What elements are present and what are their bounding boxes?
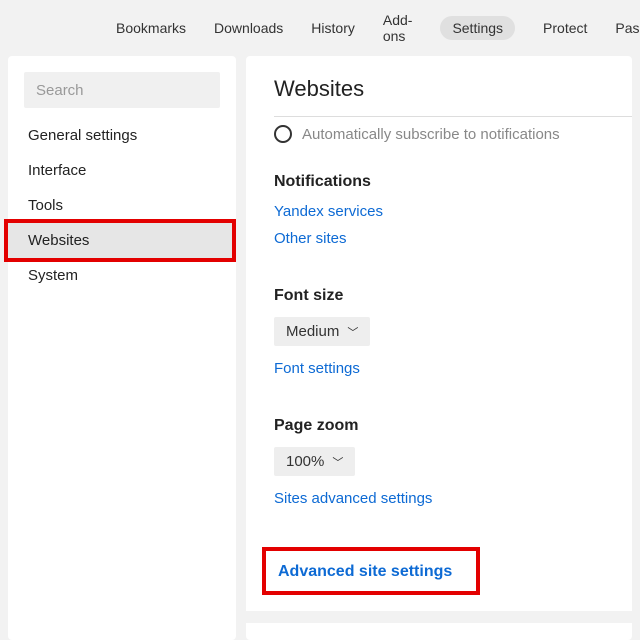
nav-protect[interactable]: Protect xyxy=(543,20,587,36)
content-panel: Websites Automatically subscribe to noti… xyxy=(246,56,632,640)
sidebar-item-tools[interactable]: Tools xyxy=(8,188,236,223)
nav-history[interactable]: History xyxy=(311,20,355,36)
top-nav: Bookmarks Downloads History Add-ons Sett… xyxy=(0,0,640,56)
section-page-zoom: Page zoom 100% ﹀ Sites advanced settings xyxy=(274,417,632,517)
nav-addons[interactable]: Add-ons xyxy=(383,12,413,44)
nav-passwords[interactable]: Password xyxy=(615,20,640,36)
link-yandex-services[interactable]: Yandex services xyxy=(274,203,383,220)
link-advanced-site-settings[interactable]: Advanced site settings xyxy=(278,563,452,581)
card-gap xyxy=(246,611,632,623)
sidebar-item-interface[interactable]: Interface xyxy=(8,153,236,188)
nav-bookmarks[interactable]: Bookmarks xyxy=(116,20,186,36)
zoom-select[interactable]: 100% ﹀ xyxy=(274,447,355,476)
link-font-settings[interactable]: Font settings xyxy=(274,360,360,377)
notifications-title: Notifications xyxy=(274,173,632,191)
radio-icon xyxy=(274,125,292,143)
zoom-value: 100% xyxy=(286,453,324,470)
next-card xyxy=(246,623,632,635)
section-font-size: Font size Medium ﹀ Font settings xyxy=(274,287,632,387)
font-size-select[interactable]: Medium ﹀ xyxy=(274,317,370,346)
sidebar: General settings Interface Tools Website… xyxy=(8,56,236,640)
link-other-sites[interactable]: Other sites xyxy=(274,230,347,247)
chevron-down-icon: ﹀ xyxy=(332,454,343,470)
page-title: Websites xyxy=(274,76,632,102)
chevron-down-icon: ﹀ xyxy=(347,324,358,340)
section-advanced: Advanced site settings xyxy=(274,541,632,595)
sidebar-item-system[interactable]: System xyxy=(8,258,236,293)
separator xyxy=(274,116,632,117)
link-sites-advanced[interactable]: Sites advanced settings xyxy=(274,490,432,507)
highlight-websites: Websites xyxy=(4,219,236,262)
radio-auto-subscribe[interactable]: Automatically subscribe to notifications xyxy=(274,125,632,143)
page-zoom-title: Page zoom xyxy=(274,417,632,435)
font-size-value: Medium xyxy=(286,323,339,340)
nav-downloads[interactable]: Downloads xyxy=(214,20,283,36)
font-size-title: Font size xyxy=(274,287,632,305)
sidebar-item-general[interactable]: General settings xyxy=(8,118,236,153)
highlight-advanced: Advanced site settings xyxy=(262,547,480,595)
sidebar-item-websites[interactable]: Websites xyxy=(8,223,232,258)
nav-settings[interactable]: Settings xyxy=(440,16,515,40)
search-input[interactable] xyxy=(24,72,220,108)
radio-label: Automatically subscribe to notifications xyxy=(302,126,560,143)
section-notifications: Notifications Yandex services Other site… xyxy=(274,173,632,257)
